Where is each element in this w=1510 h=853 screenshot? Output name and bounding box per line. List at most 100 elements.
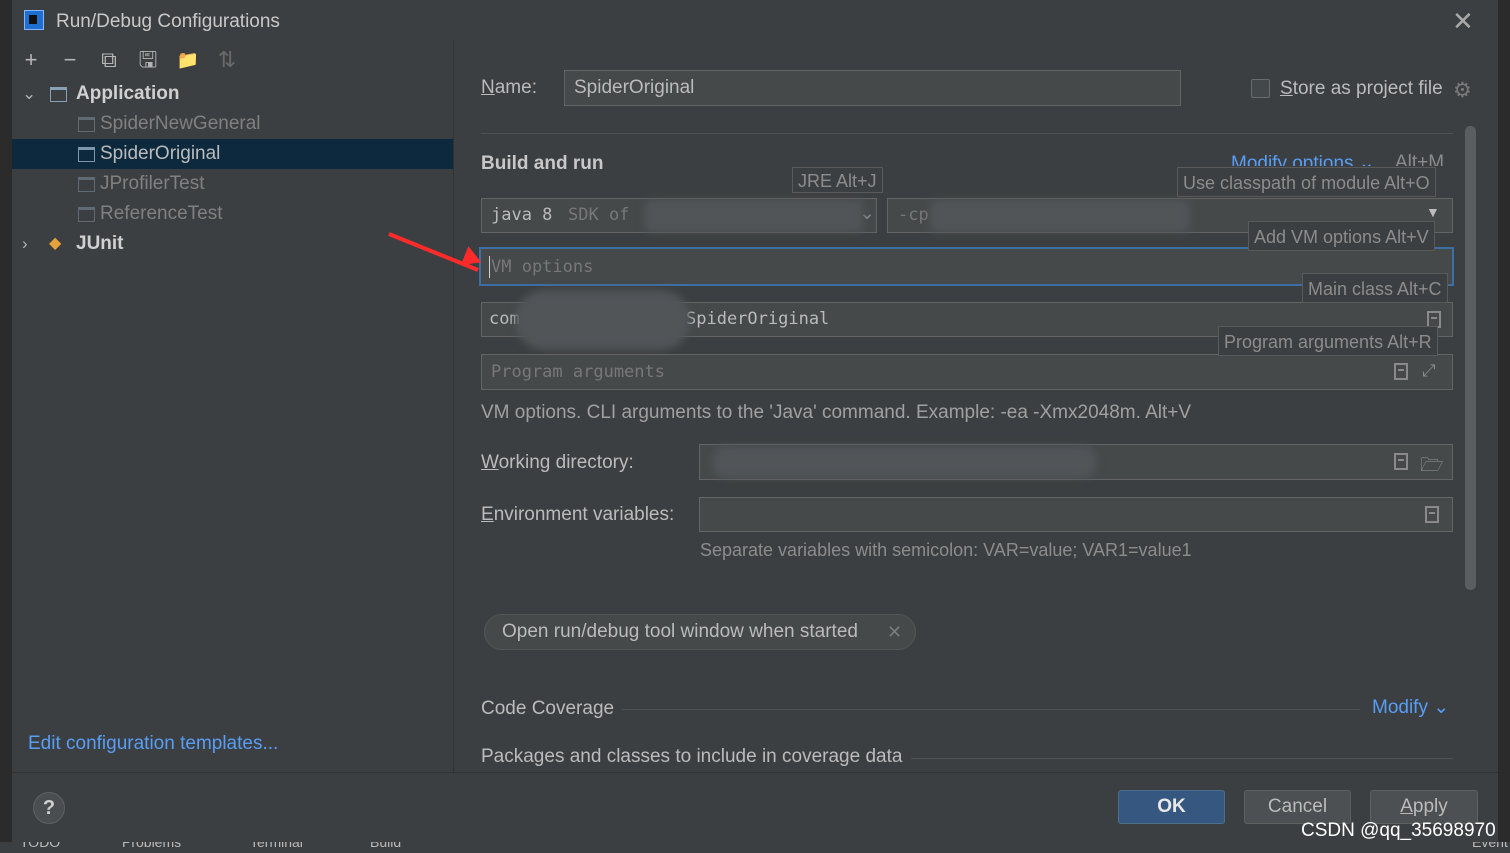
tree-item-referencetest[interactable]: ReferenceTest	[12, 199, 453, 229]
tree-item-spidernewgeneral[interactable]: SpiderNewGeneral	[12, 109, 453, 139]
program-arguments-placeholder: Program arguments	[491, 362, 665, 382]
add-vm-options-hint: Add VM options Alt+V	[1248, 221, 1435, 251]
chevron-down-icon[interactable]: ⌄	[22, 79, 36, 109]
close-icon[interactable]: ✕	[1452, 8, 1474, 34]
edit-env-icon[interactable]	[1425, 506, 1439, 523]
modify-coverage-label: Modify	[1372, 697, 1428, 718]
code-coverage-heading: Code Coverage	[481, 698, 615, 719]
packages-coverage-label: Packages and classes to include in cover…	[481, 746, 903, 767]
separator	[622, 709, 1360, 710]
dialog-title: Run/Debug Configurations	[56, 11, 280, 32]
classpath-shortcut-hint: Use classpath of module Alt+O	[1177, 167, 1436, 197]
program-arguments-hint: Program arguments Alt+R	[1218, 326, 1438, 356]
jre-suffix: SDK of	[568, 205, 630, 225]
name-label-hotkey: N	[481, 77, 495, 98]
tree-item-label: SpiderOriginal	[100, 143, 221, 164]
environment-variables-help: Separate variables with semicolon: VAR=v…	[700, 540, 1192, 560]
save-icon[interactable]: 🖫	[135, 48, 161, 72]
open-tool-window-option[interactable]: Open run/debug tool window when started …	[484, 614, 916, 650]
application-icon	[50, 87, 67, 102]
open-tool-window-label: Open run/debug tool window when started	[502, 621, 858, 642]
remove-option-icon[interactable]: ✕	[887, 615, 902, 649]
apply-hotkey: A	[1400, 796, 1413, 817]
ide-status-bar: TODO Problems Terminal Build Event	[0, 842, 1510, 853]
environment-variables-label: Environment variables:	[481, 504, 674, 526]
environment-variables-input[interactable]	[699, 497, 1453, 532]
copy-icon[interactable]: ⧉	[96, 48, 122, 72]
redacted-blur	[712, 446, 1097, 478]
statusbar-todo[interactable]: TODO	[20, 842, 60, 850]
name-input-value: SpiderOriginal	[574, 77, 695, 98]
tree-group-application[interactable]: ⌄ Application	[12, 79, 453, 109]
working-directory-text: orking directory:	[498, 452, 634, 473]
tree-group-label: Application	[76, 83, 180, 104]
environment-variables-hotkey: E	[481, 504, 494, 525]
tree-item-spideroriginal[interactable]: SpiderOriginal	[12, 139, 453, 169]
add-icon[interactable]: +	[18, 48, 44, 72]
jre-value: java 8	[491, 205, 553, 225]
folder-icon[interactable]: 🗁	[1420, 451, 1444, 483]
ok-button[interactable]: OK	[1118, 790, 1225, 824]
sort-icon[interactable]: ⇅	[214, 48, 240, 72]
name-input[interactable]: SpiderOriginal	[564, 70, 1181, 106]
name-label-text: ame:	[494, 77, 537, 98]
folder-icon[interactable]: 📁	[175, 48, 201, 72]
environment-variables-text: nvironment variables:	[493, 504, 675, 525]
application-config-icon	[78, 147, 95, 162]
statusbar-build[interactable]: Build	[370, 842, 401, 850]
tree-group-label: JUnit	[76, 233, 124, 254]
tree-group-junit[interactable]: › ◆ JUnit	[12, 229, 453, 259]
edit-configuration-templates-link[interactable]: Edit configuration templates...	[28, 733, 278, 755]
remove-icon[interactable]: −	[57, 48, 83, 72]
statusbar-event[interactable]: Event	[1472, 842, 1508, 850]
vm-options-placeholder: VM options	[491, 257, 594, 277]
redacted-blur	[930, 200, 1190, 232]
modify-options-link[interactable]: Modify options ⌄	[1231, 152, 1375, 166]
application-config-icon	[78, 207, 95, 222]
background-editor-edge	[0, 0, 12, 853]
vertical-scrollbar[interactable]	[1465, 126, 1476, 590]
csdn-watermark: CSDN @qq_35698970	[1301, 820, 1496, 841]
store-as-project-file-label[interactable]: Store as project file	[1280, 78, 1443, 100]
apply-button[interactable]: Apply	[1370, 790, 1478, 824]
statusbar-terminal[interactable]: Terminal	[250, 842, 303, 850]
program-arguments-input[interactable]: Program arguments ⤢	[481, 354, 1453, 390]
modify-options-label: Modify options	[1231, 153, 1354, 166]
apply-label: pply	[1412, 796, 1448, 817]
separator	[481, 133, 1453, 134]
expand-icon[interactable]: ⤢	[1422, 361, 1436, 381]
chevron-right-icon[interactable]: ›	[22, 229, 28, 259]
gear-icon[interactable]: ⚙	[1453, 78, 1472, 103]
store-label-text: tore as project file	[1292, 78, 1443, 99]
modify-coverage-link[interactable]: Modify ⌄	[1372, 696, 1449, 719]
junit-icon: ◆	[49, 235, 62, 252]
tree-item-label: SpiderNewGeneral	[100, 113, 261, 134]
main-class-value: SpiderOriginal	[686, 309, 830, 329]
intellij-idea-icon	[24, 10, 44, 30]
redacted-blur	[515, 290, 690, 350]
store-as-project-file-checkbox[interactable]	[1251, 79, 1270, 98]
build-and-run-heading: Build and run	[481, 153, 604, 174]
tree-item-label: JProfilerTest	[100, 173, 205, 194]
main-class-hint: Main class Alt+C	[1302, 273, 1448, 303]
cancel-button[interactable]: Cancel	[1244, 790, 1351, 824]
text-caret	[489, 256, 490, 278]
macro-icon[interactable]	[1394, 453, 1408, 470]
application-config-icon	[78, 117, 95, 132]
tree-item-jprofilertest[interactable]: JProfilerTest	[12, 169, 453, 199]
dropdown-arrow-icon[interactable]: ▼	[1426, 204, 1440, 220]
tree-item-label: ReferenceTest	[100, 203, 223, 224]
help-button[interactable]: ?	[33, 792, 65, 824]
edit-list-icon[interactable]	[1394, 363, 1408, 380]
name-label: Name:	[481, 77, 537, 99]
working-directory-hotkey: W	[481, 452, 499, 473]
application-config-icon	[78, 177, 95, 192]
classpath-prefix: -cp	[898, 205, 929, 225]
working-directory-label: Working directory:	[481, 452, 634, 474]
vm-options-help-text: VM options. CLI arguments to the 'Java' …	[481, 402, 1192, 423]
modify-options-shortcut: Alt+M	[1395, 152, 1445, 166]
jre-shortcut-hint: JRE Alt+J	[792, 167, 883, 193]
statusbar-problems[interactable]: Problems	[122, 842, 181, 850]
redacted-blur	[645, 200, 863, 232]
splitter[interactable]	[453, 40, 454, 772]
